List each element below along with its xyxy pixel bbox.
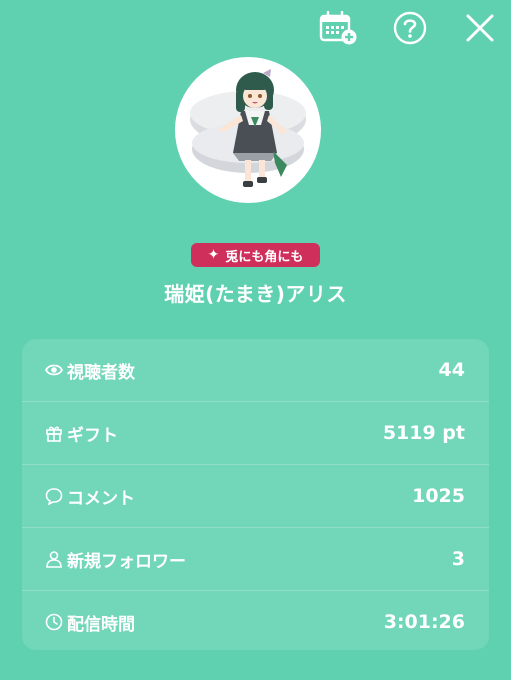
eye-icon: [45, 364, 63, 376]
clock-icon: [45, 613, 63, 631]
stat-row-comments: コメント 1025: [22, 465, 489, 528]
avatar: [175, 57, 321, 203]
stat-value: 44: [438, 359, 465, 381]
stat-value: 3: [451, 548, 465, 570]
help-icon[interactable]: [390, 8, 430, 48]
stat-row-viewers: 視聴者数 44: [22, 339, 489, 402]
stat-value: 1025: [412, 485, 465, 507]
stat-row-stream-time: 配信時間 3:01:26: [22, 591, 489, 653]
stats-panel: 視聴者数 44 ギフト 5119 pt コメント 1025 新規フォロワー 3: [22, 339, 489, 650]
stat-row-new-followers: 新規フォロワー 3: [22, 528, 489, 591]
stat-row-gifts: ギフト 5119 pt: [22, 402, 489, 465]
close-icon[interactable]: [460, 8, 500, 48]
top-bar: [0, 0, 511, 56]
profile-tag-badge: ✦ 兎にも角にも: [191, 243, 320, 267]
person-icon: [46, 551, 62, 568]
stat-value: 3:01:26: [383, 611, 465, 633]
stat-label: コメント: [67, 488, 135, 509]
stat-label: ギフト: [67, 425, 118, 446]
stat-label: 配信時間: [67, 614, 135, 635]
stat-value: 5119 pt: [382, 422, 465, 444]
sparkle-icon: ✦: [207, 247, 220, 263]
calendar-plus-icon[interactable]: [318, 8, 358, 48]
profile-tag-label: 兎にも角にも: [225, 249, 304, 265]
profile-name: 瑞姫(たまき)アリス: [164, 282, 347, 306]
comment-icon: [45, 488, 63, 505]
gift-icon: [46, 426, 62, 442]
stat-label: 視聴者数: [67, 362, 135, 383]
stat-label: 新規フォロワー: [67, 551, 186, 572]
